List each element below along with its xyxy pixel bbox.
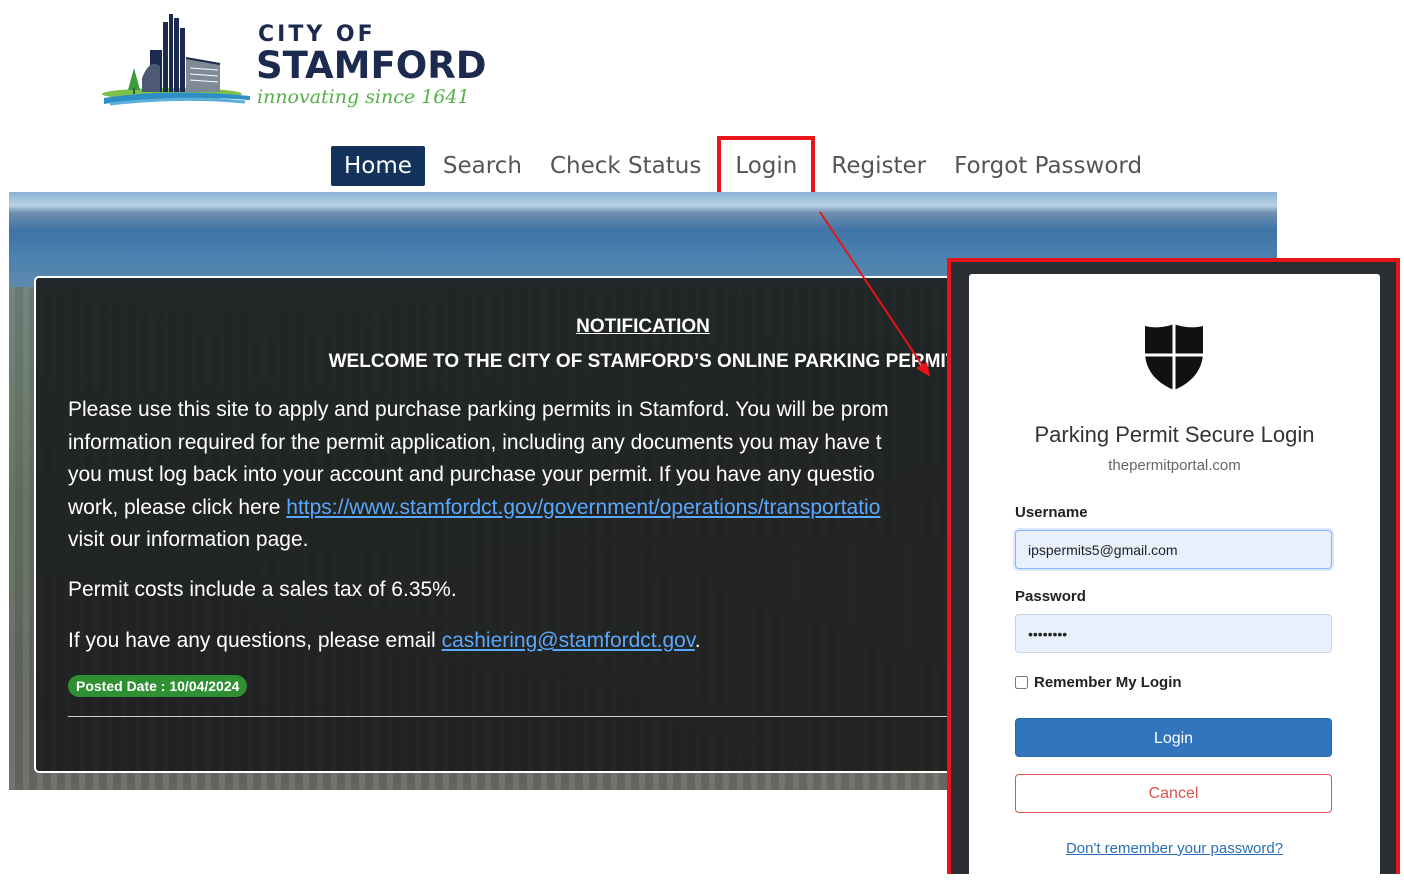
login-title: Parking Permit Secure Login bbox=[1034, 422, 1315, 447]
login-highlight-frame: Parking Permit Secure Login thepermitpor… bbox=[947, 258, 1400, 894]
login-card: Parking Permit Secure Login thepermitpor… bbox=[969, 274, 1380, 894]
logo-stamford: STAMFORD bbox=[256, 44, 487, 87]
login-site: thepermitportal.com bbox=[1108, 457, 1241, 474]
city-of-stamford-logo[interactable]: CITY OF STAMFORD innovating since 1641 bbox=[100, 8, 490, 123]
transportation-info-link[interactable]: https://www.stamfordct.gov/government/op… bbox=[286, 496, 880, 519]
email-suffix: . bbox=[694, 629, 701, 652]
remember-login[interactable]: Remember My Login bbox=[1015, 674, 1182, 691]
posted-date-badge: Posted Date : 10/04/2024 bbox=[68, 675, 248, 697]
remember-checkbox[interactable] bbox=[1015, 676, 1028, 689]
sales-tax-text: Permit costs include a sales tax of 6.35… bbox=[68, 578, 457, 601]
notification-panel: NOTIFICATION WELCOME TO THE CITY OF STAM… bbox=[34, 276, 1048, 773]
notification-line-5: visit our information page. bbox=[68, 528, 309, 551]
nav-forgot-password[interactable]: Forgot Password bbox=[940, 146, 1156, 186]
email-line: If you have any questions, please email … bbox=[68, 625, 701, 658]
cashiering-email-link[interactable]: cashiering@stamfordct.gov bbox=[442, 629, 695, 652]
login-button[interactable]: Login bbox=[1015, 718, 1332, 757]
nav-check-status[interactable]: Check Status bbox=[536, 146, 715, 186]
nav-login[interactable]: Login bbox=[717, 136, 816, 196]
username-input[interactable] bbox=[1015, 530, 1332, 569]
notification-line-2: information required for the permit appl… bbox=[68, 430, 882, 454]
notification-line-4-text: work, please click here bbox=[68, 495, 287, 519]
remember-label: Remember My Login bbox=[1034, 674, 1182, 691]
cancel-button[interactable]: Cancel bbox=[1015, 774, 1332, 813]
notification-line-3: you must log back into your account and … bbox=[68, 463, 875, 486]
username-label: Username bbox=[1015, 504, 1088, 521]
nav-search[interactable]: Search bbox=[429, 146, 536, 186]
stamford-skyline-icon bbox=[102, 14, 250, 106]
nav-home[interactable]: Home bbox=[331, 146, 425, 186]
logo-tagline: innovating since 1641 bbox=[257, 86, 470, 108]
divider bbox=[68, 716, 1048, 717]
main-nav: Home Search Check Status Login Register … bbox=[331, 136, 1156, 196]
password-input[interactable] bbox=[1015, 614, 1332, 653]
email-prefix: If you have any questions, please email bbox=[68, 629, 442, 652]
forgot-password-link[interactable]: Don't remember your password? bbox=[969, 840, 1380, 857]
notification-line-1: Please use this site to apply and purcha… bbox=[68, 398, 889, 421]
password-label: Password bbox=[1015, 588, 1086, 605]
nav-register[interactable]: Register bbox=[817, 146, 940, 186]
shield-icon bbox=[1145, 324, 1203, 390]
notification-line-4: work, please click here https://www.stam… bbox=[68, 492, 880, 525]
